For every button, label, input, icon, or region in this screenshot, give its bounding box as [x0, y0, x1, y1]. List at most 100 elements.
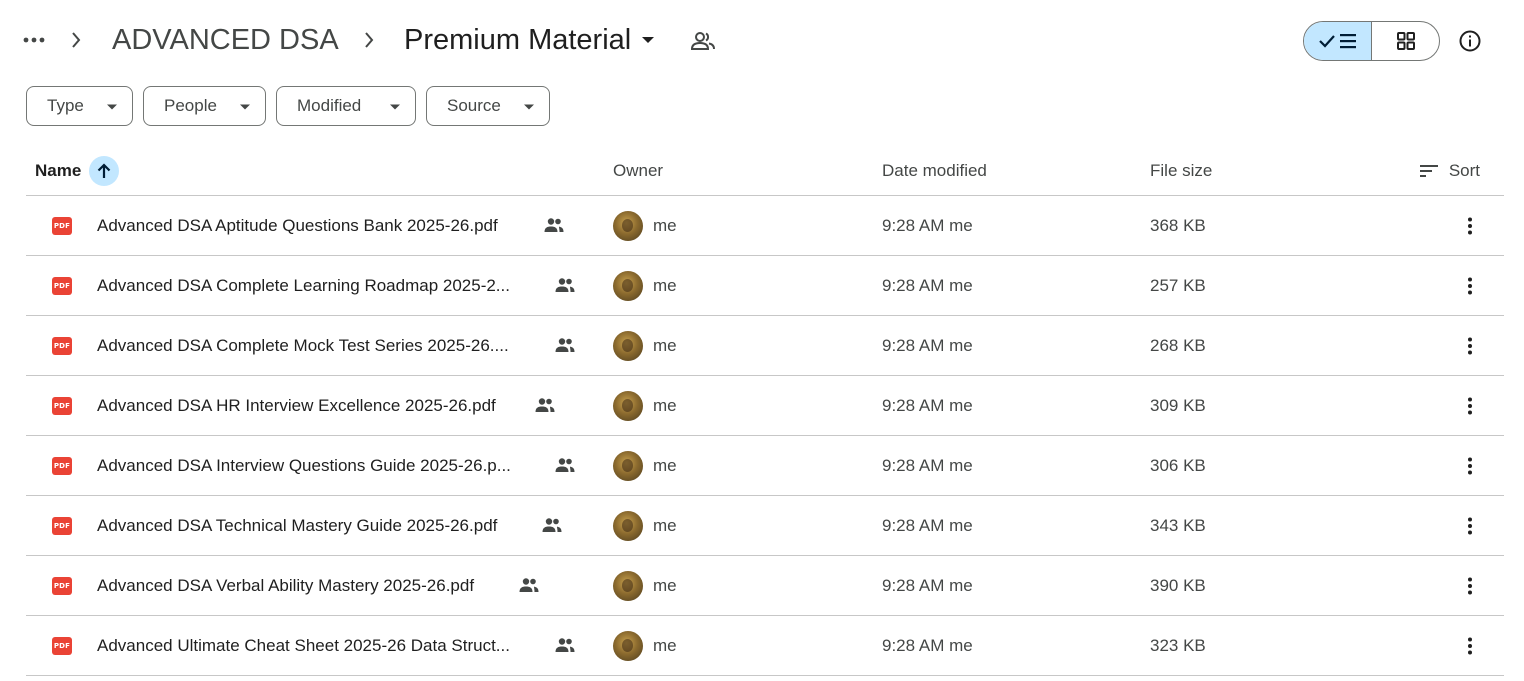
file-name: Advanced DSA HR Interview Excellence 202… [97, 396, 496, 415]
avatar [613, 451, 643, 481]
table-row[interactable]: PDF Advanced Ultimate Cheat Sheet 2025-2… [26, 616, 1504, 676]
row-more-actions-button[interactable] [1454, 570, 1486, 602]
grid-view-button[interactable] [1372, 22, 1439, 60]
owner: me [653, 396, 677, 415]
column-header-name[interactable]: Name [35, 146, 120, 195]
file-list: PDF Advanced DSA Aptitude Questions Bank… [26, 196, 1504, 676]
file-name: Advanced DSA Complete Mock Test Series 2… [97, 336, 509, 355]
list-view-button[interactable] [1304, 22, 1372, 60]
table-row[interactable]: PDF Advanced DSA Interview Questions Gui… [26, 436, 1504, 496]
date-modified: 9:28 AM me [882, 396, 973, 415]
row-more-actions-button[interactable] [1454, 390, 1486, 422]
table-row[interactable]: PDF Advanced DSA HR Interview Excellence… [26, 376, 1504, 436]
caret-down-icon [107, 104, 117, 110]
date-modified: 9:28 AM me [882, 336, 973, 355]
file-size: 343 KB [1150, 516, 1206, 535]
file-name: Advanced DSA Aptitude Questions Bank 202… [97, 216, 498, 235]
grid-icon [1396, 32, 1415, 50]
pdf-file-icon: PDF [52, 577, 72, 595]
filter-label: Source [447, 96, 501, 115]
view-toggle [1303, 21, 1440, 61]
filter-label: People [164, 96, 217, 115]
column-header-modified[interactable]: Date modified [882, 146, 987, 195]
file-size: 268 KB [1150, 336, 1206, 355]
row-more-actions-button[interactable] [1454, 450, 1486, 482]
table-row[interactable]: PDF Advanced DSA Complete Mock Test Seri… [26, 316, 1504, 376]
file-size: 323 KB [1150, 636, 1206, 655]
table-row[interactable]: PDF Advanced DSA Technical Mastery Guide… [26, 496, 1504, 556]
pdf-file-icon: PDF [52, 397, 72, 415]
row-more-actions-button[interactable] [1454, 630, 1486, 662]
shared-people-icon [544, 218, 564, 232]
more-vertical-icon [1468, 457, 1472, 475]
more-vertical-icon [1468, 277, 1472, 295]
file-size: 309 KB [1150, 396, 1206, 415]
sort-ascending-button[interactable] [89, 155, 120, 186]
file-size: 390 KB [1150, 576, 1206, 595]
shared-people-icon [555, 338, 575, 352]
more-vertical-icon [1468, 637, 1472, 655]
row-more-actions-button[interactable] [1454, 510, 1486, 542]
avatar [613, 391, 643, 421]
pdf-file-icon: PDF [52, 337, 72, 355]
pdf-file-icon: PDF [52, 277, 72, 295]
avatar [613, 631, 643, 661]
date-modified: 9:28 AM me [882, 636, 973, 655]
date-modified: 9:28 AM me [882, 516, 973, 535]
file-name: Advanced DSA Complete Learning Roadmap 2… [97, 276, 510, 295]
sort-icon [1419, 164, 1438, 177]
breadcrumb-current-folder[interactable]: Premium Material [404, 20, 655, 60]
column-header-owner[interactable]: Owner [613, 146, 663, 195]
pdf-file-icon: PDF [52, 637, 72, 655]
filter-type[interactable]: Type [26, 86, 133, 126]
file-name: Advanced DSA Technical Mastery Guide 202… [97, 516, 498, 535]
table-header: Name Owner Date modified File size Sort [26, 146, 1504, 196]
file-size: 306 KB [1150, 456, 1206, 475]
more-vertical-icon [1468, 517, 1472, 535]
shared-people-icon [519, 578, 539, 592]
more-vertical-icon [1468, 337, 1472, 355]
table-row[interactable]: PDF Advanced DSA Verbal Ability Mastery … [26, 556, 1504, 616]
row-more-actions-button[interactable] [1454, 210, 1486, 242]
caret-down-icon [390, 104, 400, 110]
filter-source[interactable]: Source [426, 86, 550, 126]
table-row[interactable]: PDF Advanced DSA Aptitude Questions Bank… [26, 196, 1504, 256]
file-name: Advanced Ultimate Cheat Sheet 2025-26 Da… [97, 636, 510, 655]
file-size: 257 KB [1150, 276, 1206, 295]
shared-people-icon[interactable] [690, 29, 716, 53]
owner: me [653, 576, 677, 595]
row-more-actions-button[interactable] [1454, 270, 1486, 302]
shared-people-icon [555, 638, 575, 652]
owner: me [653, 636, 677, 655]
more-vertical-icon [1468, 397, 1472, 415]
sort-button[interactable]: Sort [1419, 146, 1480, 195]
info-button[interactable] [1454, 25, 1486, 57]
pdf-file-icon: PDF [52, 517, 72, 535]
shared-people-icon [542, 518, 562, 532]
table-row[interactable]: PDF Advanced DSA Complete Learning Roadm… [26, 256, 1504, 316]
shared-people-icon [555, 278, 575, 292]
row-more-actions-button[interactable] [1454, 330, 1486, 362]
arrow-up-icon [98, 162, 111, 178]
more-horizontal-icon [23, 37, 45, 43]
more-options-button[interactable] [18, 24, 50, 56]
date-modified: 9:28 AM me [882, 276, 973, 295]
chevron-right-icon [357, 28, 381, 52]
filter-label: Modified [297, 96, 362, 115]
filter-people[interactable]: People [143, 86, 266, 126]
info-icon [1459, 30, 1481, 52]
avatar [613, 511, 643, 541]
more-vertical-icon [1468, 577, 1472, 595]
avatar [613, 571, 643, 601]
file-name: Advanced DSA Verbal Ability Mastery 2025… [97, 576, 475, 595]
breadcrumb-parent[interactable]: ADVANCED DSA [112, 20, 339, 60]
column-name-label: Name [35, 160, 82, 180]
date-modified: 9:28 AM me [882, 216, 973, 235]
date-modified: 9:28 AM me [882, 456, 973, 475]
file-size: 368 KB [1150, 216, 1206, 235]
avatar [613, 271, 643, 301]
filter-modified[interactable]: Modified [276, 86, 416, 126]
owner: me [653, 216, 677, 235]
column-header-size[interactable]: File size [1150, 146, 1212, 195]
shared-people-icon [555, 458, 575, 472]
